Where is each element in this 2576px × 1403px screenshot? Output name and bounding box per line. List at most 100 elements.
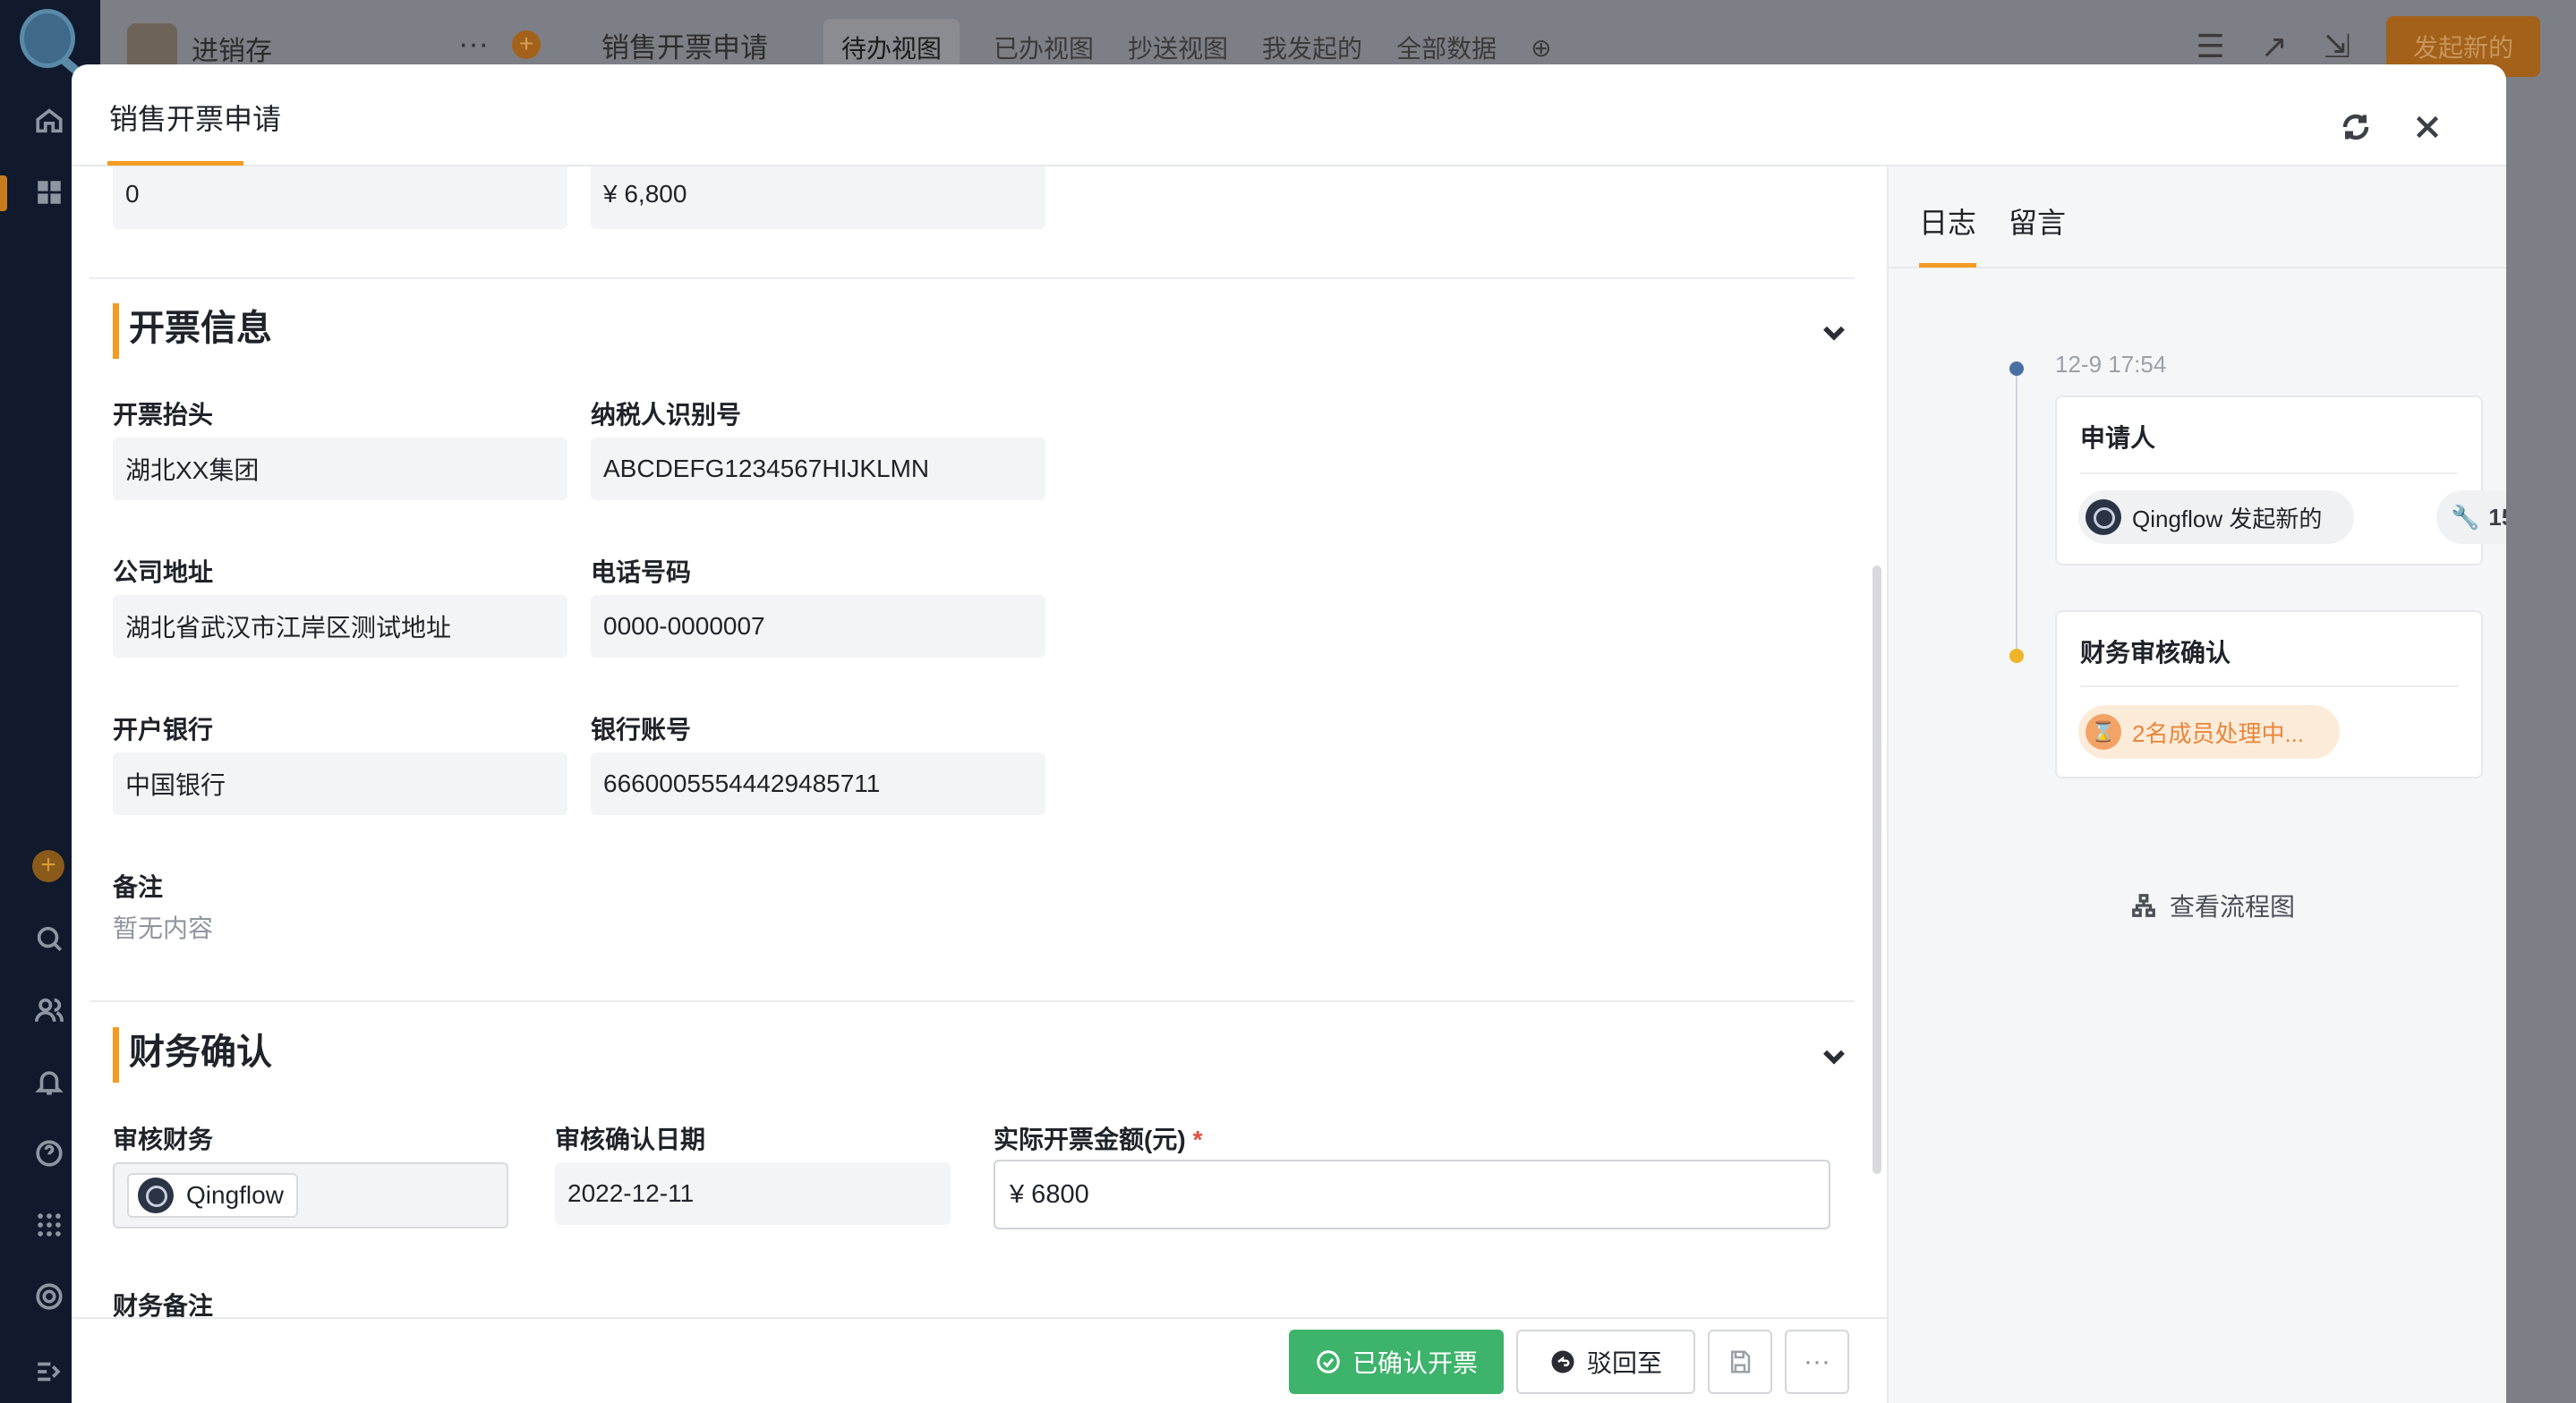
timeline-dot: [2009, 649, 2024, 663]
applicant-name: Qingflow 发起新的: [2132, 505, 2323, 532]
view-flowchart-label: 查看流程图: [2170, 893, 2296, 921]
field-label-reviewer: 审核财务: [113, 1126, 214, 1153]
apps-dots-icon[interactable]: [32, 1208, 66, 1242]
more-actions-button[interactable]: ···: [1785, 1330, 1849, 1394]
form-scrollbar[interactable]: [1872, 565, 1881, 1174]
phone-field[interactable]: 0000-0000007: [591, 595, 1045, 658]
log-panel: 日志 留言 12-9 17:54 申请人 Qingflow 发起新的 🔧 15 …: [1887, 166, 2506, 1403]
import-icon[interactable]: ⇲: [2324, 28, 2350, 65]
field-label-bank-account: 银行账号: [591, 716, 692, 744]
action-bar: 已确认开票 驳回至 ···: [72, 1317, 1887, 1403]
field-label-phone: 电话号码: [591, 558, 692, 586]
reject-button[interactable]: 驳回至: [1516, 1330, 1695, 1394]
reviewer-field[interactable]: Qingflow: [113, 1162, 508, 1229]
field-label-finance-note: 财务备注: [113, 1292, 214, 1317]
pending-status-text: 2名成员处理中...: [2132, 719, 2305, 747]
form-title-dropdown[interactable]: 销售开票申请: [601, 25, 768, 65]
modal-actions: [2340, 111, 2444, 143]
section-divider: [90, 1000, 1855, 1002]
more-menu-icon[interactable]: ···: [458, 27, 489, 62]
view-flowchart-link[interactable]: 查看流程图: [2130, 888, 2295, 923]
chevron-down-icon[interactable]: [1819, 317, 1849, 347]
modal-header: 销售开票申请: [72, 64, 2506, 166]
applicant-chip[interactable]: Qingflow 发起新的: [2078, 490, 2354, 544]
hourglass-icon: ⌛: [2086, 714, 2121, 750]
list-icon[interactable]: ☰: [2196, 28, 2224, 65]
required-marker: *: [1192, 1126, 1203, 1153]
field-label-actual-amount: 实际开票金额(元) *: [994, 1120, 1203, 1156]
save-button[interactable]: [1708, 1330, 1772, 1394]
user-avatar-icon: [2086, 499, 2121, 535]
edit-count-chip: 🔧 15: [2436, 490, 2506, 544]
field-label-remark: 备注: [113, 873, 164, 901]
qingflow-logo[interactable]: [20, 9, 75, 68]
close-icon[interactable]: [2411, 111, 2444, 143]
chevron-down-icon[interactable]: [1819, 1041, 1849, 1071]
undo-icon: [1551, 1350, 1574, 1373]
timeline-card-finance-review: 财务审核确认 ⌛ 2名成员处理中...: [2055, 610, 2483, 778]
add-view-icon[interactable]: ⊕: [1531, 33, 1551, 63]
section-divider: [90, 277, 1855, 279]
field-label-invoice-header: 开票抬头: [113, 401, 214, 429]
tab-initiated-view[interactable]: 我发起的: [1262, 30, 1362, 65]
add-app-icon[interactable]: +: [32, 850, 64, 882]
edit-count: 15: [2488, 503, 2506, 531]
top-left-field[interactable]: 0: [113, 166, 567, 229]
card-divider: [2080, 685, 2458, 687]
bank-account-field[interactable]: 6660005554442948571​1: [591, 753, 1045, 815]
refresh-icon[interactable]: [2340, 111, 2372, 143]
bank-field[interactable]: 中国银行: [113, 753, 567, 815]
rail-active-indicator: [0, 175, 7, 211]
timeline-time: 12-9 17:54: [2055, 351, 2167, 378]
apps-grid-icon[interactable]: [32, 175, 66, 209]
card-divider: [2080, 472, 2458, 474]
tab-all-data-view[interactable]: 全部数据: [1396, 30, 1497, 65]
wrench-icon: 🔧: [2451, 503, 2480, 531]
timeline-line: [2016, 372, 2017, 650]
tab-cc-view[interactable]: 抄送视图: [1128, 30, 1228, 65]
reviewer-name: Qingflow: [186, 1181, 284, 1209]
reject-label: 驳回至: [1586, 1349, 1662, 1377]
home-icon[interactable]: [32, 104, 66, 138]
collapse-rail-icon[interactable]: [32, 1355, 66, 1389]
section-title-finance: 财务确认: [129, 1033, 272, 1072]
modal-title: 销售开票申请: [109, 103, 282, 135]
field-label-bank: 开户银行: [113, 716, 214, 744]
tax-id-field[interactable]: ABCDEFG1234567HIJKLMN: [591, 438, 1045, 500]
search-icon[interactable]: [32, 922, 66, 956]
user-avatar-icon: [138, 1178, 174, 1213]
timeline-card-applicant: 申请人 Qingflow 发起新的 🔧 15: [2055, 395, 2506, 565]
company-address-field[interactable]: 湖北省武汉市江岸区测试地址: [113, 595, 567, 658]
invoice-header-field[interactable]: 湖北XX集团: [113, 438, 567, 500]
section-accent-bar: [113, 1027, 119, 1083]
add-form-icon[interactable]: +: [512, 30, 541, 59]
app-name: 进销存: [192, 37, 272, 66]
tab-comments[interactable]: 留言: [2009, 200, 2066, 242]
top-right-amount-field[interactable]: ¥ 6,800: [591, 166, 1045, 229]
panel-tabs: 日志 留言: [1889, 166, 2506, 268]
modal-title-underline: [107, 161, 243, 166]
help-icon[interactable]: [32, 1136, 66, 1170]
bell-icon[interactable]: [32, 1065, 66, 1099]
field-label-review-date: 审核确认日期: [555, 1126, 706, 1153]
save-icon: [1731, 1350, 1751, 1373]
confirm-invoice-button[interactable]: 已确认开票: [1289, 1330, 1504, 1394]
flowchart-icon: [2132, 894, 2155, 917]
tab-done-view[interactable]: 已办视图: [994, 30, 1094, 65]
actual-amount-label-text: 实际开票金额(元): [994, 1126, 1186, 1153]
pending-status-chip[interactable]: ⌛ 2名成员处理中...: [2078, 705, 2340, 759]
tab-underline: [1919, 263, 1976, 268]
field-label-tax-id: 纳税人识别号: [591, 401, 742, 429]
card-title-finance-review: 财务审核确认: [2080, 639, 2231, 667]
user-avatar-icon[interactable]: [32, 1280, 66, 1314]
card-title-applicant: 申请人: [2080, 424, 2156, 452]
actual-amount-input[interactable]: ¥ 6800: [994, 1160, 1830, 1229]
record-modal: 销售开票申请 0 ¥ 6,800 开票信息 开票抬头 湖北XX集团 纳税人识别号…: [72, 64, 2506, 1403]
chart-icon[interactable]: ↗: [2261, 28, 2288, 65]
tab-log[interactable]: 日志: [1919, 200, 1976, 242]
review-date-field[interactable]: 2022-12-11: [555, 1162, 951, 1225]
confirm-invoice-label: 已确认开票: [1352, 1349, 1478, 1377]
reviewer-chip: Qingflow: [127, 1173, 298, 1218]
form-body: 0 ¥ 6,800 开票信息 开票抬头 湖北XX集团 纳税人识别号 ABCDEF…: [72, 166, 1887, 1317]
contacts-icon[interactable]: [32, 993, 66, 1027]
